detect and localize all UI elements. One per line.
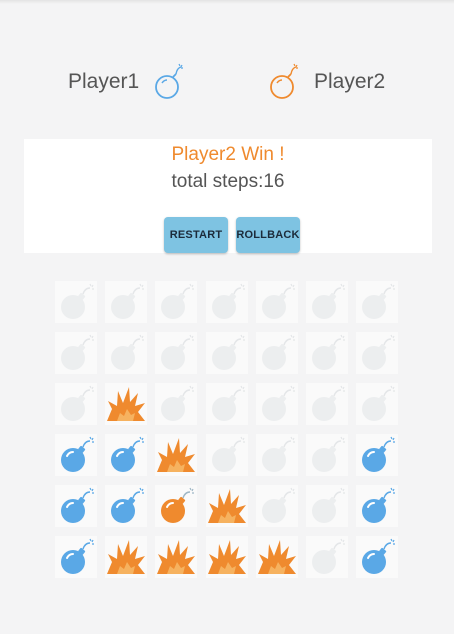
board-cell[interactable] [155, 383, 198, 425]
board-cell[interactable] [205, 281, 248, 323]
game-status: Player2 Win ! [171, 144, 285, 165]
explosion-icon [155, 434, 197, 476]
board-cell[interactable] [255, 434, 298, 476]
explosion-icon [105, 383, 147, 425]
board-cell[interactable] [306, 485, 348, 527]
empty-bomb-icon [356, 281, 398, 323]
board-cell[interactable] [205, 536, 248, 578]
board-cell[interactable] [356, 332, 399, 374]
board-cell[interactable] [255, 485, 298, 527]
board-cell[interactable] [55, 536, 97, 578]
player2-indicator: Player2 [268, 60, 385, 104]
empty-bomb-icon [306, 281, 348, 323]
empty-bomb-icon [356, 383, 398, 425]
empty-bomb-icon [55, 383, 97, 425]
board-cell[interactable] [205, 485, 248, 527]
board-cell[interactable] [105, 332, 148, 374]
board-cell[interactable] [255, 281, 298, 323]
board-cell[interactable] [306, 536, 348, 578]
player1-indicator: Player1 [68, 60, 185, 104]
board-cell[interactable] [255, 332, 298, 374]
empty-bomb-icon [256, 485, 298, 527]
board-cell[interactable] [155, 536, 198, 578]
explosion-icon [256, 536, 298, 578]
board-cell[interactable] [105, 434, 148, 476]
board-cell[interactable] [105, 536, 148, 578]
board-cell[interactable] [155, 281, 198, 323]
board-cell[interactable] [155, 332, 198, 374]
board-cell[interactable] [55, 281, 97, 323]
empty-bomb-icon [306, 332, 348, 374]
empty-bomb-icon [256, 383, 298, 425]
blue-bomb-icon [55, 485, 97, 527]
empty-bomb-icon [206, 332, 248, 374]
game-board [55, 281, 400, 578]
blue-bomb-icon [356, 434, 398, 476]
board-cell[interactable] [105, 383, 148, 425]
status-panel: Player2 Win ! total steps:16 RESTART ROL… [24, 139, 432, 253]
empty-bomb-icon [256, 434, 298, 476]
top-shadow [0, 0, 454, 4]
restart-button[interactable]: RESTART [164, 217, 228, 253]
board-cell[interactable] [306, 281, 348, 323]
empty-bomb-icon [256, 332, 298, 374]
blue-bomb-icon [55, 536, 97, 578]
empty-bomb-icon [206, 434, 248, 476]
blue-bomb-icon [356, 536, 398, 578]
empty-bomb-icon [155, 383, 197, 425]
board-cell[interactable] [356, 383, 399, 425]
blue-bomb-icon [356, 485, 398, 527]
empty-bomb-icon [206, 383, 248, 425]
board-cell[interactable] [356, 536, 399, 578]
board-cell[interactable] [306, 434, 348, 476]
board-cell[interactable] [306, 332, 348, 374]
empty-bomb-icon [306, 485, 348, 527]
blue-bomb-icon [105, 434, 147, 476]
board-cell[interactable] [255, 383, 298, 425]
explosion-icon [105, 536, 147, 578]
empty-bomb-icon [55, 332, 97, 374]
player1-name: Player1 [68, 70, 140, 93]
board-cell[interactable] [255, 536, 298, 578]
board-cell[interactable] [356, 485, 399, 527]
board-cell[interactable] [155, 434, 198, 476]
total-steps: total steps:16 [171, 171, 285, 192]
empty-bomb-icon [206, 281, 248, 323]
orange-bomb-outline-icon [268, 62, 314, 102]
empty-bomb-icon [155, 332, 197, 374]
empty-bomb-icon [105, 332, 147, 374]
board-cell[interactable] [55, 485, 97, 527]
board-cell[interactable] [55, 383, 97, 425]
empty-bomb-icon [256, 281, 298, 323]
board-cell[interactable] [105, 281, 148, 323]
empty-bomb-icon [306, 383, 348, 425]
board-cell[interactable] [55, 332, 97, 374]
blue-bomb-icon [55, 434, 97, 476]
empty-bomb-icon [306, 536, 348, 578]
empty-bomb-icon [105, 281, 147, 323]
board-cell[interactable] [55, 434, 97, 476]
board-cell[interactable] [205, 332, 248, 374]
board-cell[interactable] [356, 281, 399, 323]
empty-bomb-icon [356, 332, 398, 374]
explosion-icon [206, 485, 248, 527]
explosion-icon [206, 536, 248, 578]
board-cell[interactable] [205, 434, 248, 476]
board-cell[interactable] [356, 434, 399, 476]
explosion-icon [155, 536, 197, 578]
player2-name: Player2 [314, 70, 386, 93]
players-header: Player1 Player2 [0, 60, 454, 104]
board-cell[interactable] [306, 383, 348, 425]
board-cell[interactable] [155, 485, 198, 527]
board-cell[interactable] [205, 383, 248, 425]
board-cell[interactable] [105, 485, 148, 527]
empty-bomb-icon [55, 281, 97, 323]
blue-bomb-icon [105, 485, 147, 527]
orange-bomb-icon [155, 485, 197, 527]
empty-bomb-icon [306, 434, 348, 476]
rollback-button[interactable]: ROLLBACK [236, 217, 300, 253]
blue-bomb-outline-icon [139, 62, 185, 102]
empty-bomb-icon [155, 281, 197, 323]
